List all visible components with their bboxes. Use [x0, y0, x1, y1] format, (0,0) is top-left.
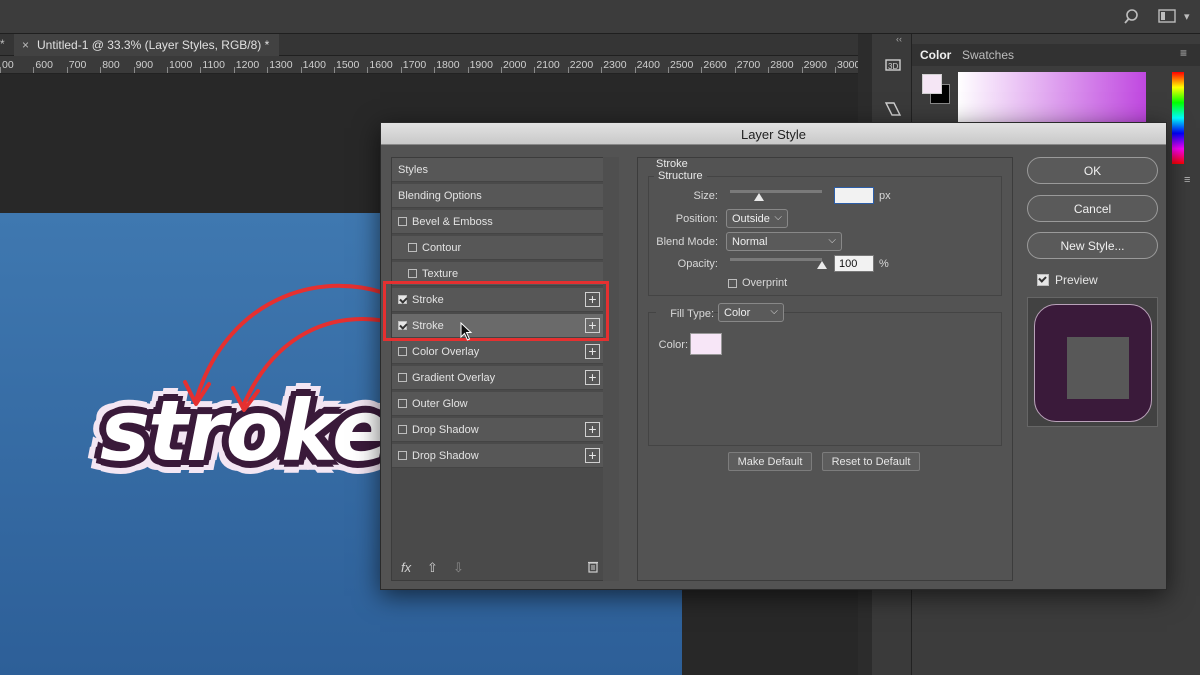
new-style-button[interactable]: New Style... [1027, 232, 1158, 259]
stroke-items-highlight [383, 281, 609, 341]
fill-type-value: Color [724, 307, 751, 319]
preview-checkbox[interactable] [1037, 274, 1054, 288]
ok-button[interactable]: OK [1027, 157, 1158, 184]
fill-type-label: Fill Type: [656, 308, 714, 320]
preview-inner [1067, 337, 1129, 399]
position-select[interactable]: Outside ⌵ [726, 209, 788, 228]
add-style-plus-icon[interactable]: + [585, 344, 600, 359]
add-style-plus-icon[interactable]: + [585, 370, 600, 385]
style-item-styles[interactable]: Styles [392, 158, 604, 182]
overprint-checkbox[interactable] [728, 278, 742, 290]
style-item-contour[interactable]: Contour [392, 236, 604, 260]
arrow-1 [194, 283, 394, 402]
size-label: Size: [693, 190, 718, 202]
size-input[interactable] [834, 187, 874, 204]
layer-style-dialog: Layer Style Styles Blending Options Bevel … [380, 122, 1167, 590]
opacity-unit: % [879, 258, 889, 270]
style-item-label: Contour [422, 242, 462, 254]
styles-list-scrollbar[interactable] [603, 157, 619, 581]
style-checkbox[interactable] [398, 425, 407, 434]
trash-icon[interactable] [587, 560, 599, 576]
tab-swatches[interactable]: Swatches [962, 48, 1014, 62]
structure-title: Structure [654, 170, 707, 182]
style-checkbox[interactable] [408, 243, 417, 252]
fill-type-select[interactable]: Color ⌵ [718, 303, 784, 322]
style-item-bevel-emboss[interactable]: Bevel & Emboss [392, 210, 604, 234]
position-select-value: Outside [732, 213, 770, 225]
position-label: Position: [675, 213, 718, 225]
opacity-slider[interactable] [730, 258, 822, 261]
opacity-label: Opacity: [677, 258, 718, 270]
move-up-icon[interactable]: ⇧ [427, 560, 438, 576]
style-checkbox[interactable] [398, 451, 407, 460]
color-label: Color: [658, 339, 688, 351]
stroke-section-title: Stroke [656, 158, 688, 170]
style-item-gradient-overlay[interactable]: Gradient Overlay + [392, 366, 604, 390]
preview-label: Preview [1055, 273, 1098, 287]
blend-mode-select[interactable]: Normal ⌵ [726, 232, 842, 251]
style-item-label: Blending Options [398, 190, 482, 202]
style-item-label: Gradient Overlay [412, 372, 496, 384]
chevron-down-icon: ⌵ [770, 306, 778, 317]
style-checkbox[interactable] [398, 347, 407, 356]
mouse-cursor-icon [460, 322, 473, 341]
style-item-label: Color Overlay [412, 346, 480, 358]
style-item-drop-shadow[interactable]: Drop Shadow + [392, 444, 604, 468]
cancel-button[interactable]: Cancel [1027, 195, 1158, 222]
add-style-plus-icon[interactable]: + [585, 422, 600, 437]
dialog-title[interactable]: Layer Style [381, 123, 1166, 145]
opacity-input[interactable]: 100 [834, 255, 874, 272]
stroke-settings-panel: Stroke Structure Size: px Position: Outs… [637, 157, 1013, 581]
style-checkbox[interactable] [398, 373, 407, 382]
move-down-icon[interactable]: ⇩ [453, 560, 464, 576]
paths-panel-icon[interactable] [884, 100, 902, 121]
opacity-slider-thumb[interactable] [817, 261, 827, 269]
style-item-label: Styles [398, 164, 428, 176]
collapse-icons-icon[interactable]: ‹‹ [896, 34, 902, 44]
tab-color[interactable]: Color [920, 48, 951, 62]
fx-icon[interactable]: fx [401, 560, 411, 575]
blend-mode-value: Normal [732, 236, 768, 248]
svg-text:3D: 3D [888, 62, 898, 71]
make-default-button[interactable]: Make Default [728, 452, 812, 471]
style-item-label: Bevel & Emboss [412, 216, 493, 228]
chevron-down-icon: ⌵ [774, 212, 782, 223]
style-checkbox[interactable] [408, 269, 417, 278]
size-unit: px [879, 190, 891, 202]
style-checkbox[interactable] [398, 217, 407, 226]
blend-mode-label: Blend Mode: [656, 236, 718, 248]
hue-slider[interactable] [1172, 72, 1184, 164]
arrow-2 [242, 317, 394, 406]
color-panel-tabs: Color Swatches ≡ [912, 44, 1200, 66]
foreground-color-swatch[interactable] [922, 74, 942, 94]
style-item-label: Outer Glow [412, 398, 468, 410]
color-spectrum[interactable] [958, 72, 1146, 124]
chevron-down-icon: ⌵ [828, 235, 836, 246]
style-item-drop-shadow[interactable]: Drop Shadow + [392, 418, 604, 442]
style-item-label: Texture [422, 268, 459, 280]
reset-to-default-button[interactable]: Reset to Default [822, 452, 920, 471]
panel-menu-icon[interactable]: ≡ [1180, 46, 1187, 60]
size-slider-thumb[interactable] [754, 193, 765, 201]
stroke-color-swatch[interactable] [690, 333, 722, 355]
style-preview [1027, 297, 1158, 427]
styles-list: Styles Blending Options Bevel & Emboss Cont… [391, 157, 605, 581]
style-item-label: Drop Shadow [412, 450, 479, 462]
style-checkbox[interactable] [398, 399, 407, 408]
style-item-outer-glow[interactable]: Outer Glow [392, 392, 604, 416]
style-item-color-overlay[interactable]: Color Overlay + [392, 340, 604, 364]
overprint-label: Overprint [742, 277, 788, 289]
style-item-blending-options[interactable]: Blending Options [392, 184, 604, 208]
add-style-plus-icon[interactable]: + [585, 448, 600, 463]
style-item-label: Drop Shadow [412, 424, 479, 436]
preview-shape [1034, 304, 1152, 422]
3d-panel-icon[interactable]: 3D [884, 56, 902, 77]
styles-list-footer: fx ⇧ ⇩ [391, 555, 605, 581]
size-slider[interactable] [730, 190, 822, 193]
panel-menu-icon-2[interactable]: ≡ [1184, 174, 1190, 186]
